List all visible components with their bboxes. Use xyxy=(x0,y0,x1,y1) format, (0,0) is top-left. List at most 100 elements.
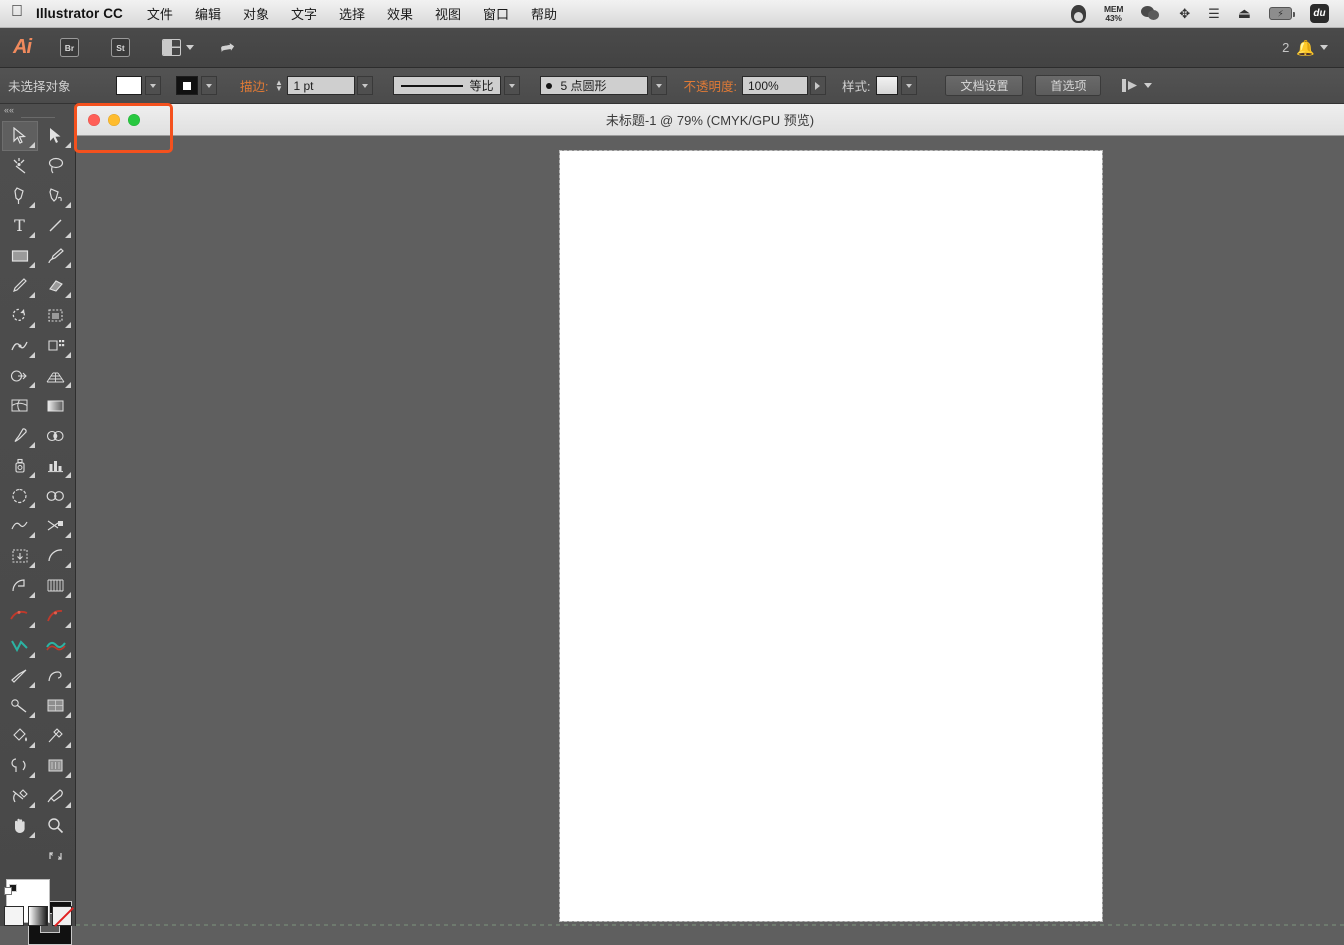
menu-object[interactable]: 对象 xyxy=(232,4,280,23)
menu-select[interactable]: 选择 xyxy=(328,4,376,23)
reshape-tool[interactable] xyxy=(38,661,74,691)
wrinkle-tool[interactable] xyxy=(38,751,74,781)
pen-add-anchor-tool[interactable] xyxy=(2,601,38,631)
stock-button[interactable]: St xyxy=(111,38,130,57)
stroke-weight-stepper[interactable]: ▲ ▼ xyxy=(273,76,284,95)
opacity-flyout-button[interactable] xyxy=(809,76,826,95)
arrange-documents-button[interactable] xyxy=(162,39,194,56)
stroke-swatch-dropdown[interactable] xyxy=(201,76,217,95)
wifi-icon[interactable]: ☰ xyxy=(1199,0,1229,27)
blend-tool[interactable] xyxy=(38,421,74,451)
live-paint-selection-tool[interactable] xyxy=(38,721,74,751)
menu-edit[interactable]: 编辑 xyxy=(184,4,232,23)
chevron-down-icon[interactable] xyxy=(1320,45,1328,50)
rectangle-tool[interactable] xyxy=(2,241,38,271)
document-setup-button[interactable]: 文档设置 xyxy=(945,75,1024,96)
artboard-tool[interactable] xyxy=(2,481,38,511)
swap-fill-stroke-button[interactable] xyxy=(38,841,74,871)
wechat-icon[interactable] xyxy=(1132,0,1170,27)
bridge-button[interactable]: Br xyxy=(60,38,79,57)
memory-monitor-icon[interactable]: MEM 43% xyxy=(1095,0,1132,27)
shape-builder-tool[interactable] xyxy=(2,361,38,391)
puppet-warp-tool[interactable] xyxy=(2,511,38,541)
move-artboard-tool[interactable] xyxy=(2,541,38,571)
app-name-label[interactable]: Illustrator CC xyxy=(34,6,136,21)
rotate-tool[interactable] xyxy=(2,301,38,331)
arc-tool[interactable] xyxy=(38,541,74,571)
blob-brush-tool[interactable] xyxy=(2,691,38,721)
zoom-tool[interactable] xyxy=(38,811,74,841)
free-transform-tool[interactable] xyxy=(38,331,74,361)
color-mode-gradient[interactable] xyxy=(27,906,48,926)
menu-type[interactable]: 文字 xyxy=(280,4,328,23)
eyedropper-tool[interactable] xyxy=(2,421,38,451)
pen-delete-anchor-tool[interactable] xyxy=(38,601,74,631)
opacity-input[interactable]: 100% xyxy=(741,76,808,95)
stroke-weight-input[interactable]: 1 pt xyxy=(287,76,356,95)
gradient-mesh-tool[interactable] xyxy=(38,691,74,721)
symbol-sprayer-tool[interactable] xyxy=(2,451,38,481)
apple-icon[interactable]:  xyxy=(0,4,34,23)
fill-swatch-dropdown[interactable] xyxy=(145,76,161,95)
bluetooth-icon[interactable]: ✥ xyxy=(1170,0,1199,27)
pencil-tool[interactable] xyxy=(2,271,38,301)
collapse-panel-button[interactable]: «« xyxy=(0,104,75,117)
slice-select-tool[interactable] xyxy=(2,781,38,811)
eraser-tool[interactable] xyxy=(38,271,74,301)
menu-view[interactable]: 视图 xyxy=(424,4,472,23)
curvature-tool[interactable] xyxy=(38,181,74,211)
brush-definition-dropdown[interactable] xyxy=(651,76,668,95)
color-mode-solid[interactable] xyxy=(3,906,24,926)
column-graph-tool[interactable] xyxy=(38,451,74,481)
scale-tool[interactable] xyxy=(38,301,74,331)
fill-color-swatch[interactable] xyxy=(116,76,142,95)
menu-effect[interactable]: 效果 xyxy=(376,4,424,23)
direct-selection-tool[interactable] xyxy=(38,121,74,151)
hand-tool[interactable] xyxy=(2,811,38,841)
align-panel-button[interactable] xyxy=(1121,78,1153,93)
eject-icon[interactable]: ⏏ xyxy=(1229,0,1260,27)
variable-width-profile-select[interactable]: 等比 xyxy=(393,76,502,95)
default-fill-stroke-button[interactable] xyxy=(3,884,18,898)
live-paint-bucket-tool[interactable] xyxy=(2,721,38,751)
color-mode-none[interactable] xyxy=(51,906,72,926)
width-tool[interactable] xyxy=(2,331,38,361)
perspective-grid-tool[interactable] xyxy=(38,361,74,391)
selection-tool[interactable] xyxy=(1,120,38,151)
brush-definition-select[interactable]: 5 点圆形 xyxy=(540,76,649,95)
graphic-style-swatch[interactable] xyxy=(876,76,899,95)
line-segment-tool[interactable] xyxy=(38,211,74,241)
preferences-button[interactable]: 首选项 xyxy=(1035,75,1102,96)
menu-help[interactable]: 帮助 xyxy=(520,4,568,23)
stroke-color-swatch[interactable] xyxy=(176,76,198,95)
bell-icon[interactable]: 🔔 xyxy=(1296,39,1315,57)
type-tool[interactable]: T xyxy=(2,211,38,241)
smooth-tool[interactable] xyxy=(2,631,38,661)
battery-icon[interactable]: ⚡ xyxy=(1260,0,1301,27)
mesh-tool[interactable] xyxy=(2,391,38,421)
artboard[interactable] xyxy=(559,150,1103,922)
paintbrush-alt-tool[interactable] xyxy=(38,781,74,811)
menu-window[interactable]: 窗口 xyxy=(472,4,520,23)
spiral-tool[interactable] xyxy=(2,571,38,601)
knife-tool[interactable] xyxy=(2,661,38,691)
magic-wand-tool[interactable] xyxy=(2,151,38,181)
pen-tool[interactable] xyxy=(2,181,38,211)
direct-selection-arrow-icon xyxy=(50,128,61,144)
scissors-tool[interactable] xyxy=(38,511,74,541)
gradient-tool[interactable] xyxy=(38,391,74,421)
slice-tool[interactable] xyxy=(38,481,74,511)
path-eraser-tool[interactable] xyxy=(38,631,74,661)
lasso-tool[interactable] xyxy=(38,151,74,181)
menu-file[interactable]: 文件 xyxy=(136,4,184,23)
variable-width-profile-dropdown[interactable] xyxy=(504,76,521,95)
graphic-style-dropdown[interactable] xyxy=(901,76,918,95)
warp-tool[interactable] xyxy=(2,751,38,781)
du-app-icon[interactable]: du xyxy=(1301,0,1338,27)
rectangular-grid-tool[interactable] xyxy=(38,571,74,601)
stroke-weight-dropdown[interactable] xyxy=(357,76,374,95)
rocket-icon[interactable]: ➦ xyxy=(218,36,237,59)
qq-penguin-icon[interactable] xyxy=(1062,0,1095,27)
paintbrush-tool[interactable] xyxy=(38,241,74,271)
canvas-area[interactable] xyxy=(76,136,1344,926)
